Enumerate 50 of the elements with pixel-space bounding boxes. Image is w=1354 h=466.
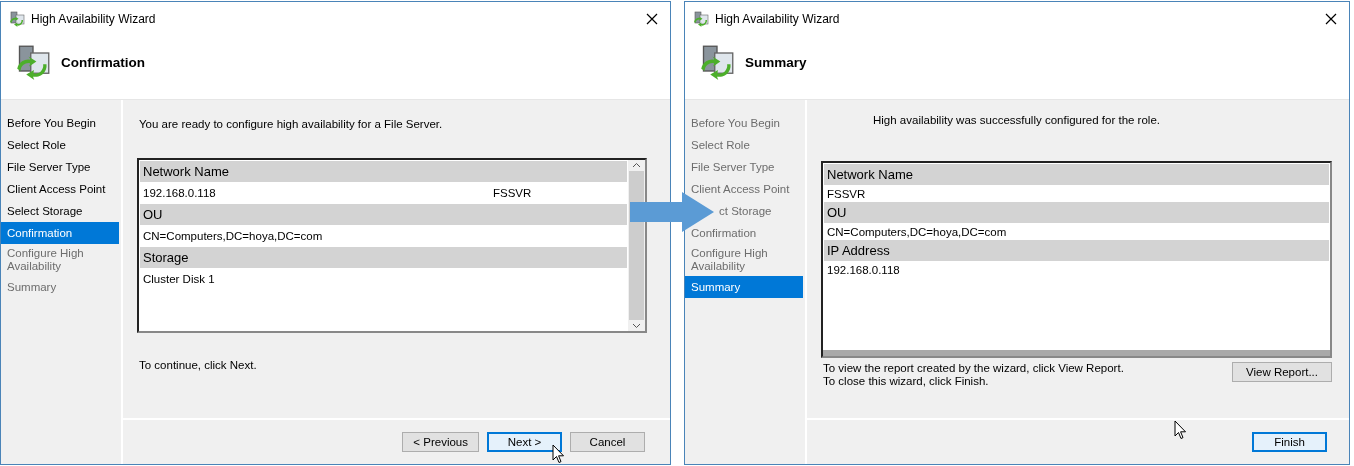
wizard-button[interactable]: Cancel xyxy=(570,432,645,452)
window-title: High Availability Wizard xyxy=(715,12,841,26)
section-heading: IP Address xyxy=(824,240,1329,261)
instruction-text: To view the report created by the wizard, click View Report. xyxy=(823,362,1124,374)
wizard-step: Client Access Point xyxy=(1,178,119,200)
section-heading: Network Name xyxy=(140,161,627,182)
view-report-button[interactable]: View Report... xyxy=(1232,362,1332,382)
wizard-step: File Server Type xyxy=(685,156,803,178)
wizard-step: Select Role xyxy=(1,134,119,156)
detail-value: 192.168.0.118 xyxy=(827,263,901,276)
wizard-step: Confirmation xyxy=(1,222,119,244)
scrollbar[interactable] xyxy=(823,350,1330,356)
wizard-step: File Server Type xyxy=(1,156,119,178)
instruction-text: To continue, click Next. xyxy=(139,359,257,371)
intro-text: High availability was successfully configured for the role. xyxy=(872,114,1161,126)
detail-value: FSSVR xyxy=(493,187,533,199)
instruction-text: To close this wizard, click Finish. xyxy=(823,375,990,387)
wizard-icon xyxy=(9,11,25,27)
wizard-step: Summary xyxy=(685,276,803,298)
detail-value: FSSVR xyxy=(827,187,867,200)
wizard-step: Client Access Point xyxy=(685,178,803,200)
wizard-button[interactable]: Finish xyxy=(1252,432,1327,452)
wizard-step: Confirmation xyxy=(685,222,803,244)
wizard-icon xyxy=(693,11,709,27)
page-title: Confirmation xyxy=(61,55,145,70)
wizard-step: Configure High Availability xyxy=(1,244,119,276)
wizard-step: Select Role xyxy=(685,134,803,156)
section-heading: OU xyxy=(824,202,1329,223)
wizard-step: ct Storage xyxy=(685,200,803,222)
wizard-button[interactable]: < Previous xyxy=(402,432,479,452)
window-title: High Availability Wizard xyxy=(31,12,157,26)
section-heading: Network Name xyxy=(824,164,1329,185)
page-title: Summary xyxy=(745,55,807,70)
wizard-step: Configure High Availability xyxy=(685,244,803,276)
detail-value: Cluster Disk 1 xyxy=(143,273,216,285)
wizard-step: Before You Begin xyxy=(1,112,119,134)
wizard-icon xyxy=(15,44,51,80)
close-icon xyxy=(1325,13,1337,25)
section-heading: OU xyxy=(140,204,627,225)
detail-value: CN=Computers,DC=hoya,DC=com xyxy=(827,225,1008,238)
close-icon xyxy=(646,13,658,25)
intro-text: You are ready to configure high availability for a File Server. xyxy=(138,118,444,130)
wizard-icon xyxy=(699,44,735,80)
detail-value: CN=Computers,DC=hoya,DC=com xyxy=(143,230,324,242)
section-heading: Storage xyxy=(140,247,627,268)
wizard-step: Before You Begin xyxy=(685,112,803,134)
wizard-button[interactable]: Next > xyxy=(487,432,562,452)
detail-value: 192.168.0.118 xyxy=(143,187,217,199)
wizard-step: Summary xyxy=(1,276,119,298)
wizard-step: Select Storage xyxy=(1,200,119,222)
